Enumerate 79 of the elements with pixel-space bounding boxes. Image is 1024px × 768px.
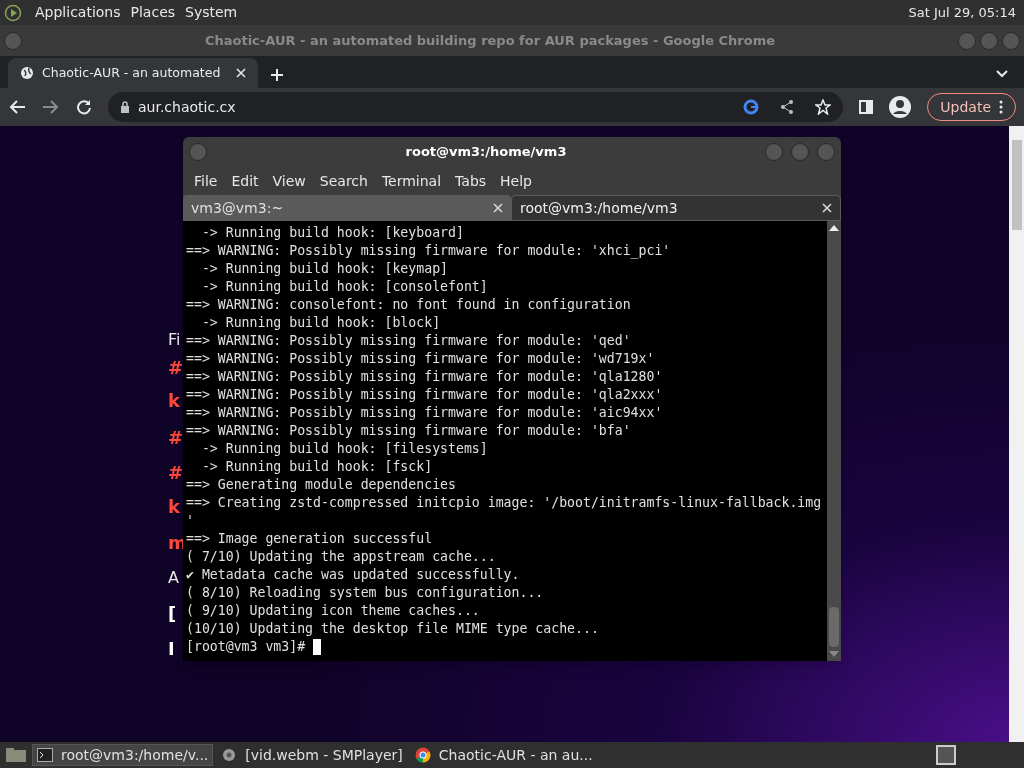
scroll-down-icon[interactable] [829, 651, 839, 657]
page-text: k [168, 390, 180, 412]
google-icon[interactable] [743, 99, 760, 115]
menu-item[interactable]: Search [312, 170, 375, 192]
terminal-line: -> Running build hook: [block] [200, 315, 441, 330]
page-text: k [168, 496, 180, 518]
close-icon[interactable] [493, 203, 503, 213]
menu-item[interactable]: Edit [224, 170, 266, 192]
terminal-line: ==> WARNING: Possibly missing firmware for module: 'wd719x' [186, 351, 655, 366]
taskbar-item[interactable]: [vid.webm - SMPlayer] [217, 744, 407, 766]
terminal-line: (10/10) Updating the desktop file MIME type cache... [186, 621, 599, 636]
reload-icon[interactable] [76, 99, 92, 115]
share-icon[interactable] [779, 99, 796, 115]
taskbar-item[interactable]: Chaotic-AUR - an au... [410, 744, 597, 766]
terminal-line: ( 8/10) Reloading system bus configuration... [186, 585, 544, 600]
page-text: # [168, 462, 184, 484]
close-icon[interactable] [822, 203, 832, 213]
text-cursor [313, 639, 322, 655]
close-icon[interactable] [236, 68, 246, 78]
menu-item[interactable]: View [265, 170, 313, 192]
terminal-prompt: [root@vm3 vm3]# [186, 638, 306, 656]
page-text: A [168, 567, 179, 589]
terminal-line: -> Running build hook: [keyboard] [200, 225, 464, 240]
menu-item[interactable]: Tabs [448, 170, 494, 192]
terminal-line: ( 7/10) Updating the appstream cache... [186, 549, 496, 564]
menu-item[interactable]: Help [493, 170, 539, 192]
terminal-line: ==> WARNING: Possibly missing firmware for module: 'aic94xx' [186, 405, 663, 420]
taskbar-item[interactable]: root@vm3:/home/v... [32, 744, 214, 766]
tab-title: Chaotic-AUR - an automated [42, 63, 222, 82]
terminal-line: ( 9/10) Updating icon theme caches... [186, 603, 480, 618]
window-title: root@vm3:/home/vm3 [404, 143, 568, 162]
terminal-line: ==> Generating module dependencies [186, 477, 456, 492]
forward-icon[interactable] [42, 99, 60, 115]
scroll-up-icon[interactable] [829, 225, 839, 231]
browser-tab[interactable]: Chaotic-AUR - an automated [8, 58, 258, 88]
back-icon[interactable] [8, 99, 26, 115]
terminal-line: ==> Image generation successful [186, 531, 433, 546]
page-text: I [168, 638, 175, 660]
tab-list-icon[interactable] [996, 70, 1008, 78]
terminal-line: -> Running build hook: [fsck] [200, 459, 433, 474]
terminal-line: -> Running build hook: [filesystems] [200, 441, 488, 456]
terminal-scrollbar[interactable] [827, 221, 841, 661]
side-panel-icon[interactable] [859, 100, 874, 114]
terminal-icon [37, 748, 53, 762]
window-title: Chaotic-AUR - an automated building repo for AUR packages - Google Chrome [203, 31, 777, 50]
terminal-line: ==> WARNING: Possibly missing firmware for module: 'bfa' [186, 423, 631, 438]
page-text: [ [168, 603, 177, 625]
clock[interactable]: Sat Jul 29, 05:14 [908, 2, 1020, 23]
terminal-line: ==> WARNING: Possibly missing firmware for module: 'qed' [186, 333, 631, 348]
star-icon[interactable] [815, 99, 832, 115]
menu-item[interactable]: Terminal [374, 170, 449, 192]
desktop-icon[interactable] [4, 746, 28, 764]
terminal-line: -> Running build hook: [consolefont] [200, 279, 488, 294]
terminal-line: ==> WARNING: Possibly missing firmware for module: 'xhci_pci' [186, 243, 671, 258]
menu-item[interactable]: Places [125, 2, 181, 23]
menu-item[interactable]: Applications [30, 2, 126, 23]
terminal-tab[interactable]: root@vm3:/home/vm3 [511, 195, 841, 221]
menu-item[interactable]: File [187, 170, 225, 192]
page-text: # [168, 357, 184, 379]
lock-icon[interactable] [120, 101, 130, 113]
terminal-tab[interactable]: vm3@vm3:~ [183, 195, 511, 221]
terminal-line: ==> WARNING: Possibly missing firmware for module: 'qla1280' [186, 369, 663, 384]
terminal-line: ✔ Metadata cache was updated successfully. [186, 567, 520, 582]
page-scrollbar[interactable] [1009, 126, 1024, 742]
more-icon[interactable] [999, 100, 1003, 114]
globe-icon [20, 66, 34, 80]
profile-icon[interactable] [889, 96, 912, 118]
terminal-line: ' [186, 513, 194, 528]
page-text: # [168, 427, 184, 449]
scroll-thumb[interactable] [829, 607, 839, 647]
new-tab-icon[interactable] [270, 68, 284, 82]
terminal-line: -> Running build hook: [keymap] [200, 261, 448, 276]
terminal-line: ==> Creating zstd-compressed initcpio image: '/boot/initramfs-linux-fallback.img [186, 495, 822, 510]
terminal-line: ==> WARNING: Possibly missing firmware for module: 'qla2xxx' [186, 387, 663, 402]
browser-icon [414, 747, 431, 763]
menu-item[interactable]: System [180, 2, 243, 23]
page-text: Fi [168, 329, 181, 351]
terminal-line: ==> WARNING: consolefont: no font found in configuration [186, 297, 631, 312]
workspace-switcher[interactable] [936, 745, 956, 765]
